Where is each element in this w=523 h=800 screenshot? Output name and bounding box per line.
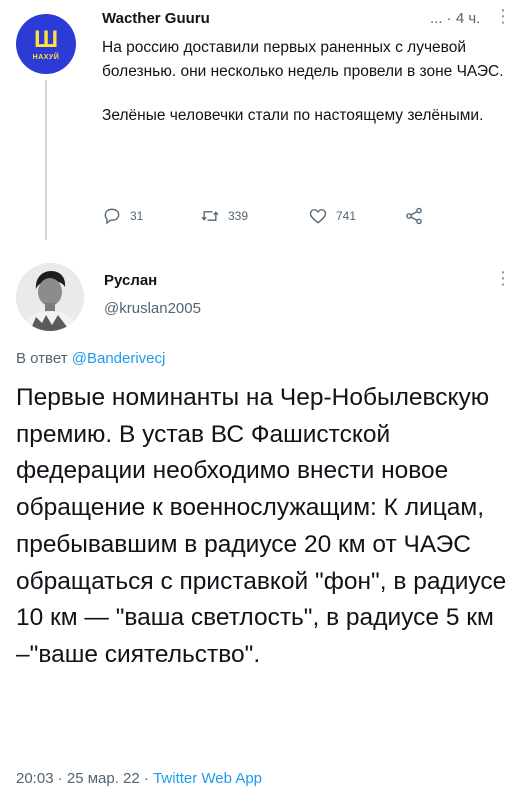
like-count: 741 [336,209,357,223]
retweet-icon [201,211,219,221]
avatar[interactable]: Ш НАХУЙ [16,14,76,74]
thread-connector [45,80,47,240]
heart-icon [309,209,327,224]
like-button[interactable]: 741 [308,206,404,226]
user-photo [16,263,84,331]
tweet-text: Первые номинанты на Чер-Нобылевскую прем… [16,384,507,668]
author-name[interactable]: Wacther Guuru [102,10,210,27]
tweet-meta: 20:03 · 25 мар. 22 · Twitter Web App [16,770,262,787]
tweet-timestamp[interactable]: 20:03 · 25 мар. 22 · [16,770,153,787]
author-handle[interactable]: @kruslan2005 [104,300,201,317]
avatar[interactable] [16,263,84,331]
reply-context: В ответ @Banderivecj [16,350,165,367]
share-button[interactable] [404,206,424,226]
retweet-button[interactable]: 339 [200,206,308,226]
reply-count: 31 [130,209,144,223]
reply-mention-link[interactable]: @Banderivecj [72,350,166,367]
tweet-paragraph: Зелёные человечки стали по настоящему зе… [102,107,484,124]
more-options-icon[interactable]: ⋮ [494,268,512,289]
trident-icon: Ш [33,25,59,53]
tweet-source-link[interactable]: Twitter Web App [153,770,262,787]
more-options-icon[interactable]: ⋮ [494,6,512,27]
reply-prefix: В ответ [16,350,72,367]
avatar-label: НАХУЙ [32,53,60,61]
author-name[interactable]: Руслан [104,272,157,289]
tweet-actions: 31 339 741 [102,205,462,227]
share-icon [406,207,422,225]
reply-icon [104,208,120,225]
tweet-time[interactable]: ... · 4 ч. [430,10,480,27]
reply-button[interactable]: 31 [102,206,200,226]
retweet-count: 339 [228,209,249,223]
tweet-paragraph: На россию доставили первых раненных с лу… [102,39,504,80]
tweet-text: На россию доставили первых раненных с лу… [102,36,507,128]
